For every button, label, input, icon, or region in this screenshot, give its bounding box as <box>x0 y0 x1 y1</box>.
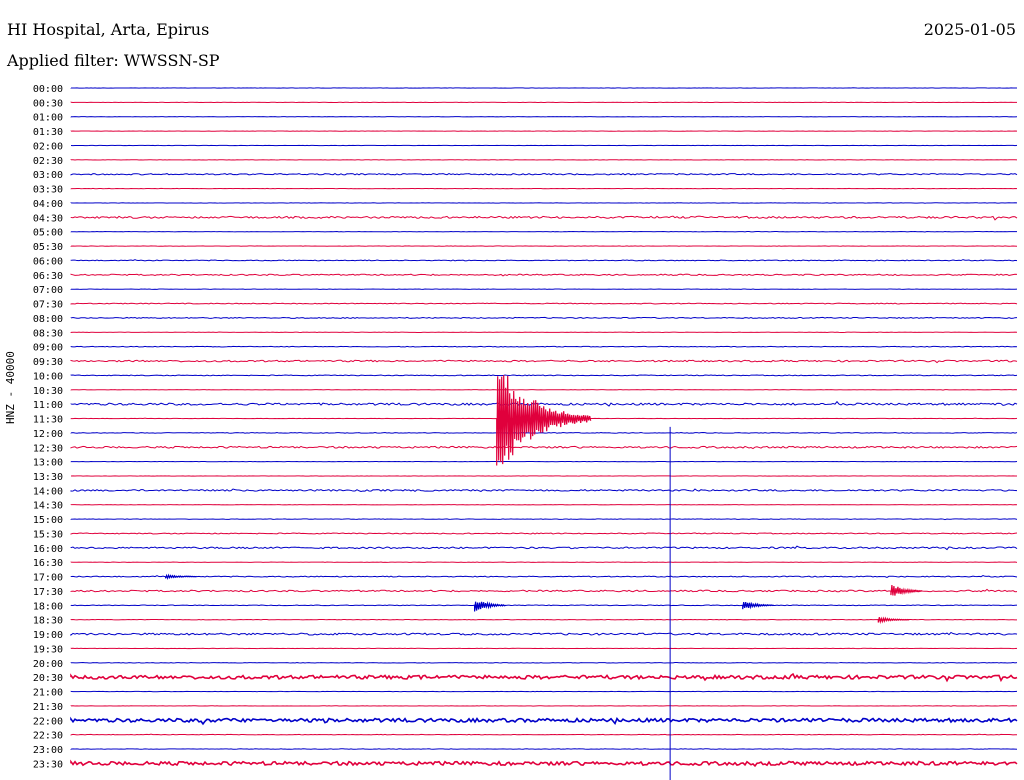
trace-row <box>70 488 1018 493</box>
trace-row <box>70 432 1018 434</box>
tick-label: 06:00 <box>33 256 63 267</box>
tick-label: 17:30 <box>33 587 63 598</box>
tick-label: 07:30 <box>33 300 63 311</box>
tick-label: 11:30 <box>33 415 63 426</box>
tick-label: 23:30 <box>33 759 63 770</box>
helicorder-plot: 00:00 00:30 01:00 01:30 02:00 02:30 03:00 03:30… <box>33 84 1018 780</box>
tick-label: 16:00 <box>33 544 63 555</box>
trace-row <box>70 389 1018 391</box>
seismic-event <box>165 573 197 581</box>
tick-label: 10:00 <box>33 371 63 382</box>
tick-label: 00:30 <box>33 98 63 109</box>
trace-row <box>70 445 1018 450</box>
trace-row <box>70 302 1018 305</box>
tick-label: 22:30 <box>33 731 63 742</box>
trace-row <box>70 575 1018 578</box>
trace-row <box>70 672 1018 683</box>
trace-row <box>70 316 1018 319</box>
tick-label: 09:30 <box>33 357 63 368</box>
trace-row <box>70 259 1018 262</box>
tick-label: 14:00 <box>33 486 63 497</box>
trace-row <box>70 532 1018 535</box>
trace-row <box>70 716 1018 726</box>
tick-label: 15:30 <box>33 529 63 540</box>
tick-label: 03:00 <box>33 170 63 181</box>
tick-label: 04:00 <box>33 199 63 210</box>
tick-label: 05:00 <box>33 228 63 239</box>
tick-label: 23:00 <box>33 745 63 756</box>
tick-label: 18:00 <box>33 601 63 612</box>
tick-label: 13:00 <box>33 458 63 469</box>
tick-label: 06:30 <box>33 271 63 282</box>
trace-row <box>70 545 1018 551</box>
seismic-event <box>496 375 592 466</box>
trace-row <box>70 705 1018 707</box>
trace-row <box>70 231 1018 233</box>
tick-label: 09:00 <box>33 343 63 354</box>
tick-label: 21:30 <box>33 702 63 713</box>
tick-label: 11:00 <box>33 400 63 411</box>
tick-label: 15:00 <box>33 515 63 526</box>
tick-label: 02:00 <box>33 141 63 152</box>
tick-label: 07:00 <box>33 285 63 296</box>
trace-row <box>70 400 1018 407</box>
tick-label: 14:30 <box>33 501 63 512</box>
tick-label: 05:30 <box>33 242 63 253</box>
seismic-event <box>877 616 910 625</box>
seismic-event <box>890 585 923 596</box>
tick-label: 21:00 <box>33 688 63 699</box>
trace-row <box>70 759 1018 768</box>
tick-label: 01:00 <box>33 113 63 124</box>
trace-row <box>70 733 1018 736</box>
tick-label: 12:00 <box>33 429 63 440</box>
trace-row <box>70 345 1018 348</box>
trace-row <box>70 604 1018 607</box>
tick-label: 02:30 <box>33 156 63 167</box>
tick-label: 19:30 <box>33 644 63 655</box>
trace-row <box>70 631 1018 637</box>
tick-label: 16:30 <box>33 558 63 569</box>
tick-label: 12:30 <box>33 443 63 454</box>
tick-label: 20:30 <box>33 673 63 684</box>
tick-label: 17:00 <box>33 573 63 584</box>
tick-label: 13:30 <box>33 472 63 483</box>
tick-label: 18:30 <box>33 616 63 627</box>
trace-row <box>70 588 1018 593</box>
tick-label: 10:30 <box>33 386 63 397</box>
tick-label: 22:00 <box>33 716 63 727</box>
tick-label: 20:00 <box>33 659 63 670</box>
trace-row <box>70 273 1018 277</box>
seismic-event <box>742 601 774 610</box>
tick-label: 08:00 <box>33 314 63 325</box>
tick-label: 03:30 <box>33 185 63 196</box>
trace-row <box>70 374 1018 377</box>
tick-label: 19:00 <box>33 630 63 641</box>
tick-label: 00:00 <box>33 84 63 95</box>
tick-label: 08:30 <box>33 328 63 339</box>
tick-label: 04:30 <box>33 213 63 224</box>
trace-row <box>70 173 1018 176</box>
seismic-event <box>474 600 506 612</box>
trace-row <box>70 359 1018 364</box>
trace-row <box>70 518 1018 521</box>
tick-label: 01:30 <box>33 127 63 138</box>
trace-row <box>70 215 1018 221</box>
